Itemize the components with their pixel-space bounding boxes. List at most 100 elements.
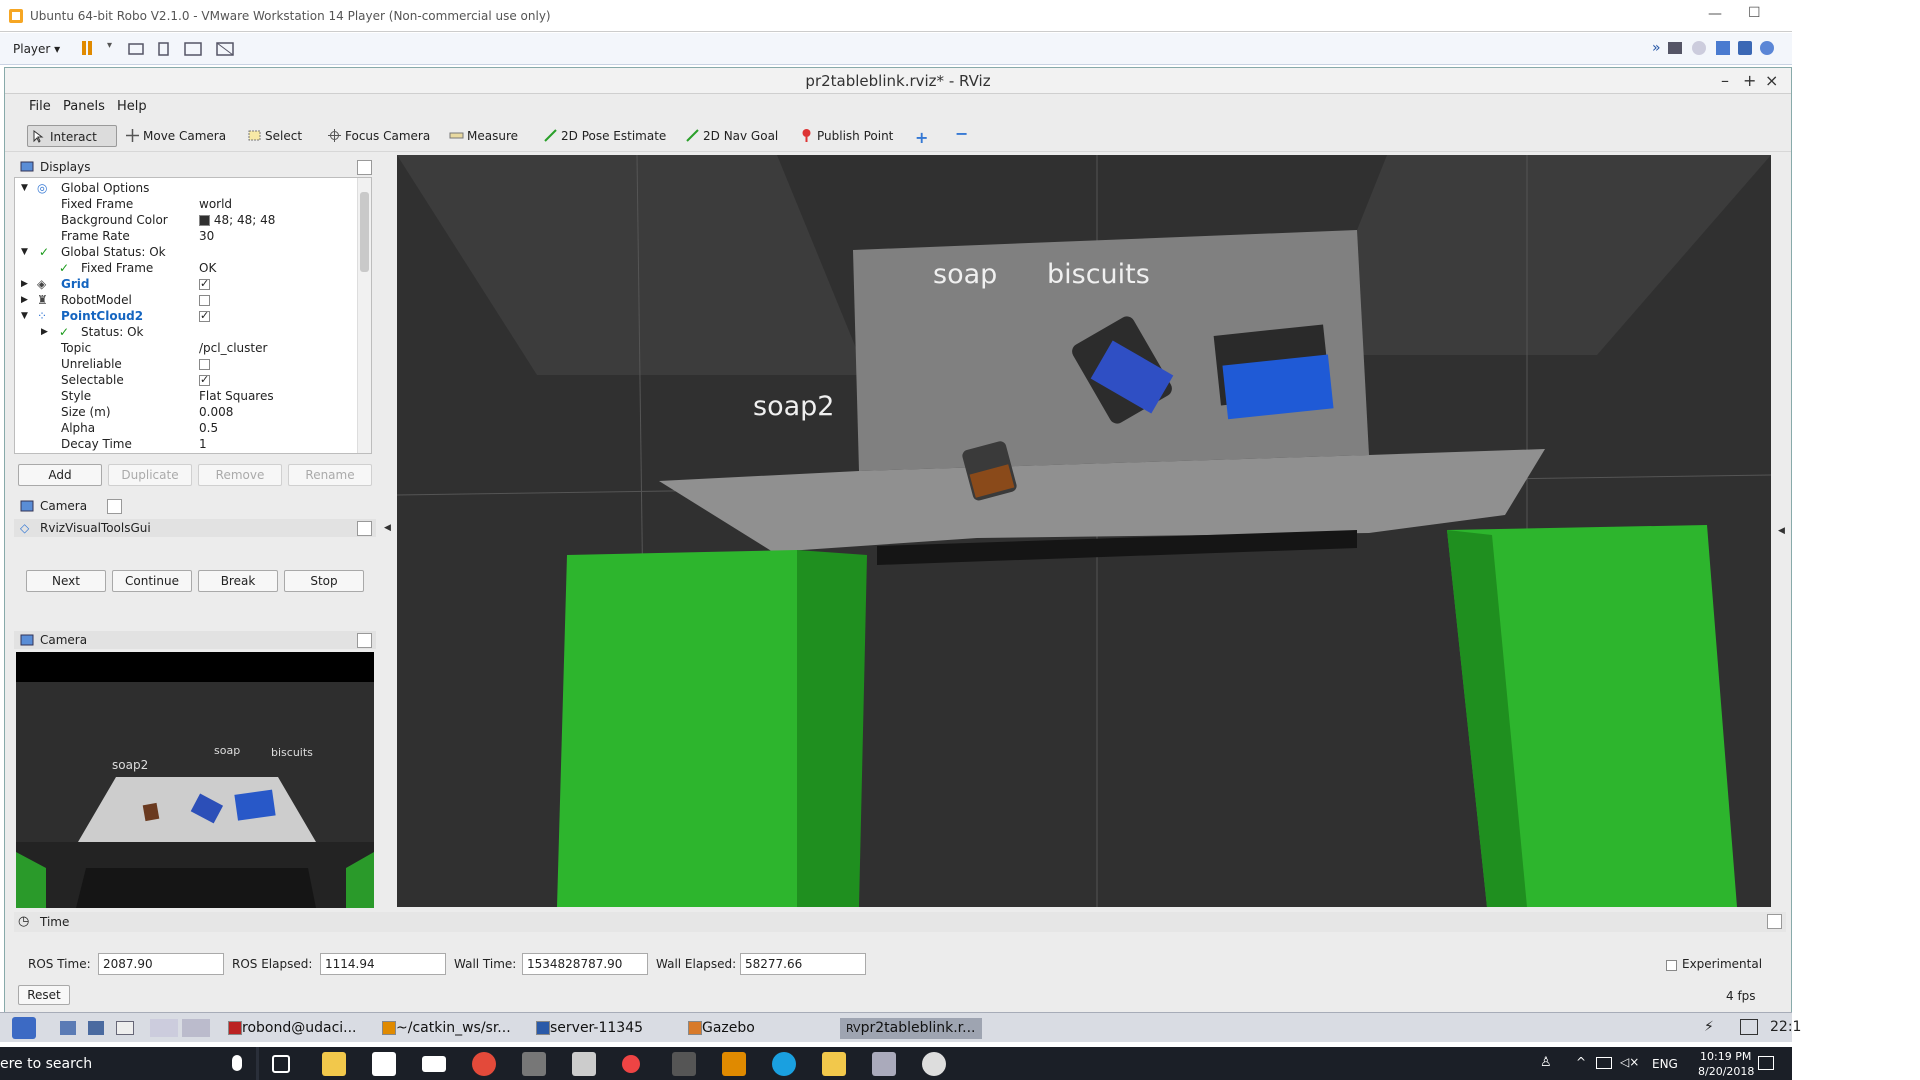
tool-select[interactable]: Select <box>245 125 302 147</box>
fullscreen-icon[interactable] <box>184 41 202 57</box>
menu-file[interactable]: File <box>29 99 51 114</box>
tray-expand-icon[interactable]: ^ <box>1576 1055 1586 1069</box>
more-icon[interactable]: » <box>1652 40 1661 56</box>
send-keys-icon[interactable] <box>128 41 144 57</box>
tree-row-size[interactable]: Size (m) 0.008 <box>15 404 355 420</box>
duplicate-display-button[interactable]: Duplicate <box>108 464 192 486</box>
pointcloud2-enabled-checkbox[interactable] <box>199 308 210 324</box>
expand-arrow-icon[interactable]: ▼ <box>21 308 28 324</box>
remove-tool-icon[interactable]: − <box>955 124 968 143</box>
unity-icon[interactable] <box>216 41 234 57</box>
desktop-app-icon[interactable] <box>872 1052 896 1076</box>
grid-enabled-checkbox[interactable] <box>199 276 210 292</box>
search-box[interactable]: ere to search <box>0 1056 92 1072</box>
tree-row-pc-status[interactable]: ▶ ✓ Status: Ok <box>15 324 355 340</box>
tool-measure[interactable]: Measure <box>447 125 518 147</box>
rviz-close-button[interactable]: × <box>1765 68 1778 94</box>
app-icon[interactable] <box>522 1052 546 1076</box>
calculator-icon[interactable] <box>572 1052 596 1076</box>
collapse-arrow-icon[interactable]: ▶ <box>21 276 28 292</box>
removable-devices-icon[interactable] <box>156 41 172 57</box>
tree-row-unreliable[interactable]: Unreliable <box>15 356 355 372</box>
terminal-launcher-icon[interactable] <box>116 1021 134 1035</box>
tree-row-selectable[interactable]: Selectable <box>15 372 355 388</box>
power-icon[interactable]: ⚡ <box>1704 1019 1714 1035</box>
host-date[interactable]: 8/20/2018 <box>1698 1065 1754 1078</box>
collapse-right-panel-icon[interactable]: ◀ <box>1778 526 1785 536</box>
expand-arrow-icon[interactable]: ▼ <box>21 244 28 260</box>
camera-view-float-checkbox[interactable] <box>357 633 372 648</box>
tool-2d-nav-goal[interactable]: 2D Nav Goal <box>683 125 778 147</box>
displays-scrollbar[interactable] <box>357 178 371 453</box>
rviz-minimize-button[interactable]: – <box>1721 68 1729 94</box>
break-button[interactable]: Break <box>198 570 278 592</box>
wall-elapsed-field[interactable]: 58277.66 <box>740 953 866 975</box>
volume-icon[interactable]: ◁× <box>1620 1055 1639 1069</box>
task-terminal[interactable]: robond@udaci... <box>228 1018 357 1039</box>
stop-button[interactable]: Stop <box>284 570 364 592</box>
ros-time-field[interactable]: 2087.90 <box>98 953 224 975</box>
tool-2d-pose-estimate[interactable]: 2D Pose Estimate <box>541 125 666 147</box>
vmware-taskbar-icon[interactable] <box>822 1052 846 1076</box>
device-sound-icon[interactable] <box>1738 41 1752 55</box>
3d-render-view[interactable]: soap biscuits soap2 <box>397 155 1771 907</box>
reset-button[interactable]: Reset <box>18 985 70 1005</box>
tool-move-camera[interactable]: Move Camera <box>123 125 226 147</box>
pause-icon[interactable] <box>82 41 86 55</box>
tree-row-pointcloud2[interactable]: ▼ ⁘ PointCloud2 <box>15 308 355 324</box>
collapse-arrow-icon[interactable]: ▶ <box>41 324 48 340</box>
tool-publish-point[interactable]: Publish Point <box>797 125 893 147</box>
notifications-icon[interactable] <box>1758 1056 1774 1070</box>
mail-icon[interactable] <box>422 1056 446 1072</box>
pause-dropdown-icon[interactable]: ▾ <box>107 40 112 51</box>
chrome-icon[interactable] <box>472 1052 496 1076</box>
ros-elapsed-field[interactable]: 1114.94 <box>320 953 446 975</box>
tree-row-robotmodel[interactable]: ▶ ♜ RobotModel <box>15 292 355 308</box>
task-gazebo[interactable]: Gazebo <box>688 1018 755 1039</box>
tree-row-topic[interactable]: Topic /pcl_cluster <box>15 340 355 356</box>
tool-interact[interactable]: Interact <box>27 125 117 147</box>
selectable-checkbox[interactable] <box>199 372 210 388</box>
maximize-button[interactable]: ☐ <box>1748 5 1761 21</box>
workspace-1[interactable] <box>150 1019 178 1037</box>
displays-scroll-thumb[interactable] <box>360 192 369 272</box>
tree-row-style[interactable]: Style Flat Squares <box>15 388 355 404</box>
device-network-icon[interactable] <box>1716 41 1730 55</box>
tree-row-decay-time[interactable]: Decay Time 1 <box>15 436 355 452</box>
tray-network-icon[interactable] <box>1596 1057 1612 1069</box>
continue-button[interactable]: Continue <box>112 570 192 592</box>
player-menu[interactable]: Player ▾ <box>13 42 60 56</box>
tree-row-global-status[interactable]: ▼ ✓ Global Status: Ok <box>15 244 355 260</box>
microphone-icon[interactable] <box>232 1055 242 1071</box>
experimental-checkbox[interactable] <box>1666 960 1677 971</box>
desktop-icon[interactable] <box>88 1021 104 1035</box>
tree-row-status-fixed-frame[interactable]: ✓ Fixed Frame OK <box>15 260 355 276</box>
robotmodel-enabled-checkbox[interactable] <box>199 295 210 306</box>
remove-display-button[interactable]: Remove <box>198 464 282 486</box>
minimize-button[interactable]: — <box>1708 6 1722 22</box>
collapse-arrow-icon[interactable]: ▶ <box>21 292 28 308</box>
wall-time-field[interactable]: 1534828787.90 <box>522 953 648 975</box>
add-display-button[interactable]: Add <box>18 464 102 486</box>
tree-row-background-color[interactable]: Background Color 48; 48; 48 <box>15 212 355 228</box>
next-button[interactable]: Next <box>26 570 106 592</box>
people-icon[interactable]: ♙ <box>1540 1055 1552 1070</box>
device-cd-icon[interactable] <box>1692 41 1706 55</box>
files-launcher-icon[interactable] <box>60 1021 76 1035</box>
task-editor[interactable]: ~/catkin_ws/sr... <box>382 1018 511 1039</box>
sublime-icon[interactable] <box>722 1052 746 1076</box>
paint-icon[interactable] <box>922 1052 946 1076</box>
network-icon[interactable] <box>1740 1019 1758 1035</box>
camera-image-view[interactable]: soap2 soap biscuits <box>16 652 374 908</box>
rvt-float-checkbox[interactable] <box>357 521 372 536</box>
menu-help[interactable]: Help <box>117 99 147 114</box>
task-server[interactable]: server-11345 <box>536 1018 643 1039</box>
menu-launcher-icon[interactable] <box>12 1017 36 1039</box>
collapse-left-panel-icon[interactable]: ◀ <box>384 523 391 533</box>
unreliable-checkbox[interactable] <box>199 359 210 370</box>
camera-float-checkbox[interactable] <box>107 499 122 514</box>
tree-row-alpha[interactable]: Alpha 0.5 <box>15 420 355 436</box>
displays-float-checkbox[interactable] <box>357 160 372 175</box>
expand-arrow-icon[interactable]: ▼ <box>21 180 28 196</box>
tree-row-fixed-frame[interactable]: Fixed Frame world <box>15 196 355 212</box>
